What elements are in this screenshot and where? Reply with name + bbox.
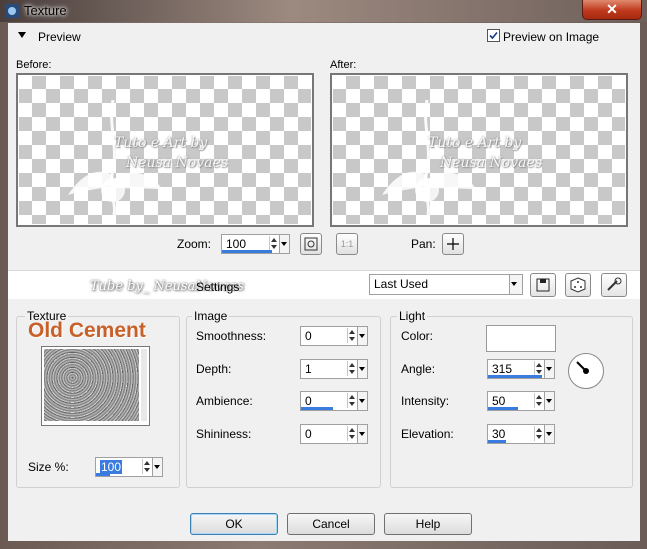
- depth-value: 1: [305, 362, 312, 376]
- smoothness-label: Smoothness:: [196, 329, 267, 343]
- after-watermark-line2: Neusa Novaes: [440, 155, 542, 171]
- title-bar[interactable]: Texture ✕: [0, 0, 647, 22]
- angle-dropdown-arrow[interactable]: [544, 360, 554, 378]
- elevation-spinner[interactable]: 30: [487, 424, 555, 444]
- zoom-dropdown-arrow[interactable]: [279, 235, 289, 253]
- check-icon: [489, 31, 498, 40]
- preset-dropdown[interactable]: Last Used: [369, 274, 523, 295]
- pan-arrows-icon: [447, 238, 459, 250]
- ambience-spin-arrows[interactable]: [347, 393, 357, 408]
- angle-spinner[interactable]: 315: [487, 359, 555, 379]
- zoom-spinner[interactable]: 100: [221, 234, 290, 254]
- randomize-button[interactable]: [565, 273, 591, 297]
- zoom-value: 100: [226, 237, 247, 251]
- app-icon: [5, 4, 19, 18]
- elevation-value-bar: [488, 440, 506, 443]
- close-button[interactable]: ✕: [582, 0, 642, 20]
- preset-value: Last Used: [374, 277, 429, 291]
- texture-dialog: Texture ✕ Preview Preview on Image Befor…: [0, 0, 647, 549]
- depth-label: Depth:: [196, 362, 232, 376]
- zoom-value-bar: [222, 250, 272, 253]
- size-spinner[interactable]: 100: [95, 457, 163, 477]
- after-label: After:: [330, 59, 357, 71]
- smoothness-dropdown-arrow[interactable]: [357, 327, 367, 345]
- color-label: Color:: [401, 329, 434, 343]
- elevation-dropdown-arrow[interactable]: [544, 425, 554, 443]
- ambience-label: Ambience:: [196, 394, 253, 408]
- size-value: 100: [100, 460, 123, 474]
- angle-dial[interactable]: [568, 353, 604, 389]
- size-label: Size %:: [28, 460, 69, 474]
- zoom-fit-icon: [304, 237, 318, 251]
- before-label: Before:: [16, 59, 52, 71]
- depth-spinner[interactable]: 1: [300, 359, 368, 379]
- intensity-value: 50: [492, 394, 506, 408]
- elevation-value: 30: [492, 427, 506, 441]
- save-icon: [536, 278, 550, 292]
- cancel-button[interactable]: Cancel: [287, 513, 375, 535]
- after-preview[interactable]: Tuto e Art by Neusa Novaes: [330, 73, 628, 227]
- shininess-spin-arrows[interactable]: [347, 426, 357, 441]
- size-value-bar: [96, 473, 110, 476]
- angle-value: 315: [492, 362, 513, 376]
- preset-dropdown-arrow[interactable]: [509, 275, 522, 294]
- settings-label: Settings: [196, 280, 240, 294]
- angle-value-bar: [488, 375, 542, 378]
- size-dropdown-arrow[interactable]: [152, 458, 162, 476]
- intensity-value-bar: [488, 407, 518, 410]
- intensity-spin-arrows[interactable]: [534, 393, 544, 408]
- light-group-label: Light: [397, 309, 428, 323]
- texture-swatch-image: [44, 349, 139, 421]
- ambience-value-bar: [301, 407, 333, 410]
- shininess-dropdown-arrow[interactable]: [357, 425, 367, 443]
- reset-button[interactable]: [601, 273, 627, 297]
- depth-dropdown-arrow[interactable]: [357, 360, 367, 378]
- intensity-label: Intensity:: [401, 394, 450, 408]
- size-spin-arrows[interactable]: [142, 459, 152, 474]
- after-watermark-line1: Tuto e Art by: [428, 135, 522, 151]
- angle-label: Angle:: [401, 362, 436, 376]
- elevation-spin-arrows[interactable]: [534, 426, 544, 441]
- zoom-one-to-one-button[interactable]: 1:1: [336, 233, 358, 255]
- zoom-label: Zoom:: [177, 237, 212, 251]
- ambience-dropdown-arrow[interactable]: [357, 392, 367, 410]
- pan-label: Pan:: [411, 237, 436, 251]
- depth-spin-arrows[interactable]: [347, 361, 357, 376]
- shininess-value: 0: [305, 427, 312, 441]
- image-group-label: Image: [192, 309, 230, 323]
- window-title: Texture: [24, 3, 67, 18]
- smoothness-spin-arrows[interactable]: [347, 328, 357, 343]
- texture-swatch[interactable]: [41, 346, 150, 426]
- before-watermark-line1: Tuto e Art by: [114, 135, 208, 151]
- smoothness-value: 0: [305, 329, 312, 343]
- intensity-spinner[interactable]: 50: [487, 391, 555, 411]
- dice-icon: [570, 277, 586, 293]
- dialog-client: Preview Preview on Image Before: After: …: [8, 23, 640, 541]
- shininess-label: Shininess:: [196, 427, 252, 441]
- texture-name: Old Cement: [28, 319, 146, 342]
- before-watermark-line2: Neusa Novaes: [126, 155, 228, 171]
- save-preset-button[interactable]: [530, 273, 556, 297]
- angle-dial-needle-icon: [576, 361, 589, 374]
- preview-collapse-toggle[interactable]: [18, 32, 26, 38]
- zoom-fit-button[interactable]: [300, 233, 322, 255]
- preview-header-label: Preview: [38, 30, 81, 44]
- preview-on-image-label: Preview on Image: [503, 30, 600, 44]
- ok-button[interactable]: OK: [190, 513, 278, 535]
- shininess-spinner[interactable]: 0: [300, 424, 368, 444]
- light-color-swatch[interactable]: [486, 325, 556, 352]
- zoom-spin-arrows[interactable]: [269, 236, 279, 251]
- help-button[interactable]: Help: [384, 513, 472, 535]
- intensity-dropdown-arrow[interactable]: [544, 392, 554, 410]
- smoothness-spinner[interactable]: 0: [300, 326, 368, 346]
- angle-spin-arrows[interactable]: [534, 361, 544, 376]
- reset-icon: [607, 277, 622, 291]
- ambience-value: 0: [305, 394, 312, 408]
- preview-on-image-checkbox[interactable]: [487, 29, 500, 42]
- pan-button[interactable]: [442, 233, 464, 255]
- before-preview[interactable]: Tuto e Art by Neusa Novaes: [16, 73, 314, 227]
- ambience-spinner[interactable]: 0: [300, 391, 368, 411]
- texture-swatch-scrollbar[interactable]: [141, 349, 147, 421]
- elevation-label: Elevation:: [401, 427, 454, 441]
